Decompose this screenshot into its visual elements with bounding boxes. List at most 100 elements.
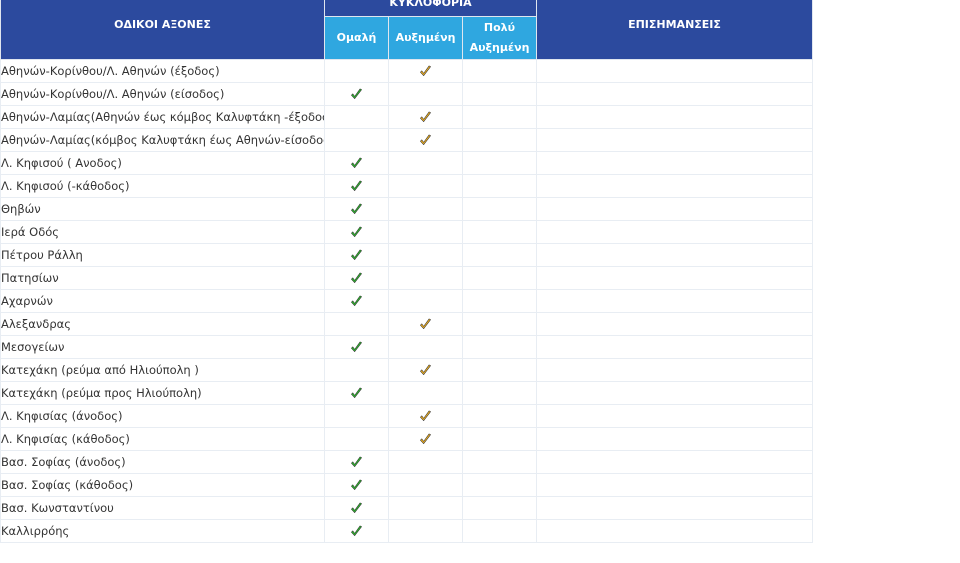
cell-increased <box>388 151 463 175</box>
cell-normal <box>324 266 389 290</box>
cell-increased <box>388 289 463 313</box>
cell-normal <box>324 496 389 520</box>
cell-increased <box>388 404 463 428</box>
cell-normal <box>324 381 389 405</box>
cell-very-increased <box>462 128 537 152</box>
road-name: Αθηνών-Κορίνθου/Λ. Αθηνών (έξοδος) <box>0 59 325 83</box>
table-row: Λ. Κηφισίας (κάθοδος) <box>0 427 813 451</box>
notes-cell <box>536 312 813 336</box>
notes-cell <box>536 519 813 543</box>
header-notes: ΕΠΙΣΗΜΑΝΣΕΙΣ <box>536 0 813 60</box>
road-name: Θηβών <box>0 197 325 221</box>
notes-cell <box>536 220 813 244</box>
cell-normal <box>324 151 389 175</box>
road-name: Αχαρνών <box>0 289 325 313</box>
road-name: Ιερά Οδός <box>0 220 325 244</box>
cell-very-increased <box>462 174 537 198</box>
table-row: Καλλιρρόης <box>0 519 813 543</box>
table-row: Μεσογείων <box>0 335 813 359</box>
cell-very-increased <box>462 335 537 359</box>
notes-cell <box>536 427 813 451</box>
table-row: Θηβών <box>0 197 813 221</box>
checkmark-icon <box>350 157 363 170</box>
cell-increased <box>388 82 463 106</box>
cell-normal <box>324 358 389 382</box>
header-level-increased: Αυξημένη <box>388 16 463 60</box>
cell-increased <box>388 174 463 198</box>
table-row: Κατεχάκη (ρεύμα από Ηλιούπολη ) <box>0 358 813 382</box>
checkmark-icon <box>419 111 432 124</box>
cell-normal <box>324 427 389 451</box>
notes-cell <box>536 473 813 497</box>
cell-very-increased <box>462 496 537 520</box>
notes-cell <box>536 105 813 129</box>
cell-increased <box>388 59 463 83</box>
table-row: Αθηνών-Λαμίας(κόμβος Καλυφτάκη έως Αθηνώ… <box>0 128 813 152</box>
header-road-axes: ΟΔΙΚΟΙ ΑΞΟΝΕΣ <box>0 0 325 60</box>
cell-increased <box>388 473 463 497</box>
table-row: Βασ. Σοφίας (άνοδος) <box>0 450 813 474</box>
cell-increased <box>388 450 463 474</box>
checkmark-icon <box>350 203 363 216</box>
table-row: Αχαρνών <box>0 289 813 313</box>
road-name: Βασ. Κωνσταντίνου <box>0 496 325 520</box>
table-row: Αθηνών-Λαμίας(Αθηνών έως κόμβος Καλυφτάκ… <box>0 105 813 129</box>
cell-normal <box>324 82 389 106</box>
cell-very-increased <box>462 450 537 474</box>
road-name: Λ. Κηφισίας (κάθοδος) <box>0 427 325 451</box>
road-name: Αθηνών-Κορίνθου/Λ. Αθηνών (είσοδος) <box>0 82 325 106</box>
cell-increased <box>388 358 463 382</box>
cell-very-increased <box>462 266 537 290</box>
cell-very-increased <box>462 381 537 405</box>
cell-normal <box>324 174 389 198</box>
table-row: Κατεχάκη (ρεύμα προς Ηλιούπολη) <box>0 381 813 405</box>
table-row: Βασ. Κωνσταντίνου <box>0 496 813 520</box>
cell-normal <box>324 220 389 244</box>
table-row: Πέτρου Ράλλη <box>0 243 813 267</box>
table-row: Αλεξανδρας <box>0 312 813 336</box>
table-row: Λ. Κηφισού ( Ανοδος) <box>0 151 813 175</box>
cell-normal <box>324 243 389 267</box>
header-level-very-increased: Πολύ Αυξημένη <box>462 16 537 60</box>
cell-increased <box>388 197 463 221</box>
table-row: Λ. Κηφισίας (άνοδος) <box>0 404 813 428</box>
road-name: Βασ. Σοφίας (άνοδος) <box>0 450 325 474</box>
cell-very-increased <box>462 243 537 267</box>
checkmark-icon <box>350 341 363 354</box>
checkmark-icon <box>419 433 432 446</box>
notes-cell <box>536 197 813 221</box>
cell-normal <box>324 519 389 543</box>
road-name: Αλεξανδρας <box>0 312 325 336</box>
road-name: Καλλιρρόης <box>0 519 325 543</box>
cell-increased <box>388 519 463 543</box>
cell-very-increased <box>462 312 537 336</box>
checkmark-icon <box>419 134 432 147</box>
checkmark-icon <box>350 272 363 285</box>
cell-increased <box>388 381 463 405</box>
road-name: Κατεχάκη (ρεύμα προς Ηλιούπολη) <box>0 381 325 405</box>
cell-very-increased <box>462 358 537 382</box>
road-name: Πέτρου Ράλλη <box>0 243 325 267</box>
notes-cell <box>536 151 813 175</box>
cell-normal <box>324 59 389 83</box>
notes-cell <box>536 128 813 152</box>
checkmark-icon <box>419 65 432 78</box>
traffic-table: ΟΔΙΚΟΙ ΑΞΟΝΕΣ ΚΥΚΛΟΦΟΡΙΑ ΕΠΙΣΗΜΑΝΣΕΙΣ Ομ… <box>0 0 813 543</box>
notes-cell <box>536 450 813 474</box>
cell-increased <box>388 128 463 152</box>
cell-very-increased <box>462 59 537 83</box>
checkmark-icon <box>419 410 432 423</box>
cell-very-increased <box>462 220 537 244</box>
cell-very-increased <box>462 82 537 106</box>
road-name: Αθηνών-Λαμίας(Αθηνών έως κόμβος Καλυφτάκ… <box>0 105 325 129</box>
header-traffic: ΚΥΚΛΟΦΟΡΙΑ <box>324 0 537 17</box>
cell-increased <box>388 220 463 244</box>
table-row: Αθηνών-Κορίνθου/Λ. Αθηνών (είσοδος) <box>0 82 813 106</box>
notes-cell <box>536 335 813 359</box>
cell-normal <box>324 404 389 428</box>
cell-very-increased <box>462 151 537 175</box>
checkmark-icon <box>350 525 363 538</box>
checkmark-icon <box>350 249 363 262</box>
cell-very-increased <box>462 404 537 428</box>
cell-increased <box>388 105 463 129</box>
